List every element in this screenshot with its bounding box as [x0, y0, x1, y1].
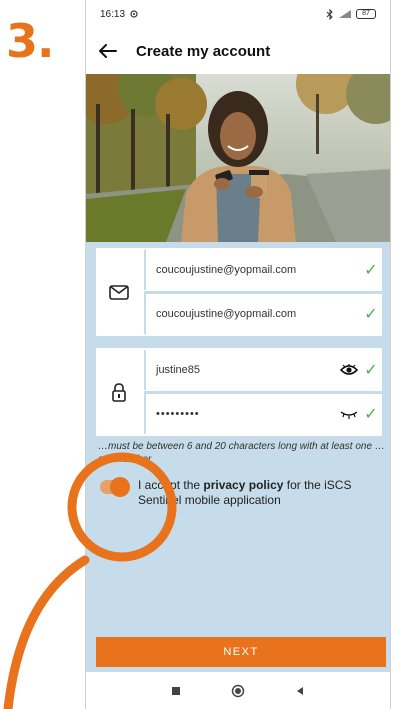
signal-icon [339, 10, 351, 18]
lock-icon-cell [96, 348, 142, 436]
email-icon-cell [96, 248, 142, 336]
email-value: coucoujustine@yopmail.com [156, 264, 297, 276]
battery-level: 87 [362, 10, 370, 17]
lock-icon [112, 383, 126, 402]
settings-icon [130, 10, 138, 18]
password-field-group: justine85 ✓ ••••••••• ✓ [96, 348, 382, 436]
email-confirm-value: coucoujustine@yopmail.com [156, 308, 297, 320]
email-input[interactable]: coucoujustine@yopmail.com ✓ [144, 250, 382, 290]
consent-text: I accept the privacy policy for the iSCS… [138, 478, 380, 508]
status-bar: 16:13 87 [86, 0, 390, 28]
square-icon[interactable] [171, 686, 181, 696]
email-field-group: coucoujustine@yopmail.com ✓ coucoujustin… [96, 248, 382, 336]
app-bar: Create my account [86, 28, 390, 74]
status-time: 16:13 [100, 8, 126, 20]
next-button[interactable]: NEXT [96, 637, 386, 667]
hide-password-toggle[interactable] [338, 409, 360, 419]
step-number: 3. [6, 14, 54, 68]
privacy-consent: I accept the privacy policy for the iSCS… [100, 477, 380, 508]
password-input[interactable]: ••••••••• ✓ [144, 394, 382, 434]
arrow-left-icon [99, 44, 117, 58]
checkmark-icon: ✓ [364, 262, 378, 279]
triangle-left-icon[interactable] [295, 686, 305, 696]
system-nav-bar [86, 672, 390, 709]
consent-prefix: I accept the [138, 478, 204, 492]
battery-icon: 87 [356, 9, 376, 19]
username-value: justine85 [156, 364, 201, 376]
checkmark-icon: ✓ [364, 406, 378, 423]
password-masked: ••••••••• [156, 408, 200, 420]
page-title: Create my account [136, 42, 271, 60]
checkmark-icon: ✓ [364, 362, 378, 379]
checkmark-icon: ✓ [364, 306, 378, 323]
show-password-toggle[interactable] [338, 364, 360, 376]
phone-screen: 16:13 87 Create my account coucoujustine… [85, 0, 391, 709]
back-button[interactable] [86, 28, 130, 74]
eye-icon [340, 364, 358, 375]
username-input[interactable]: justine85 ✓ [144, 350, 382, 390]
privacy-policy-link[interactable]: privacy policy [203, 478, 283, 492]
email-confirm-input[interactable]: coucoujustine@yopmail.com ✓ [144, 294, 382, 334]
bluetooth-icon [326, 8, 333, 20]
toggle-knob [110, 477, 130, 497]
hero-image [86, 74, 390, 242]
eye-closed-icon [340, 411, 358, 419]
envelope-icon [109, 284, 129, 300]
password-hint: …must be between 6 and 20 characters lon… [98, 441, 385, 465]
privacy-toggle[interactable] [100, 477, 130, 497]
circle-icon[interactable] [231, 684, 245, 698]
